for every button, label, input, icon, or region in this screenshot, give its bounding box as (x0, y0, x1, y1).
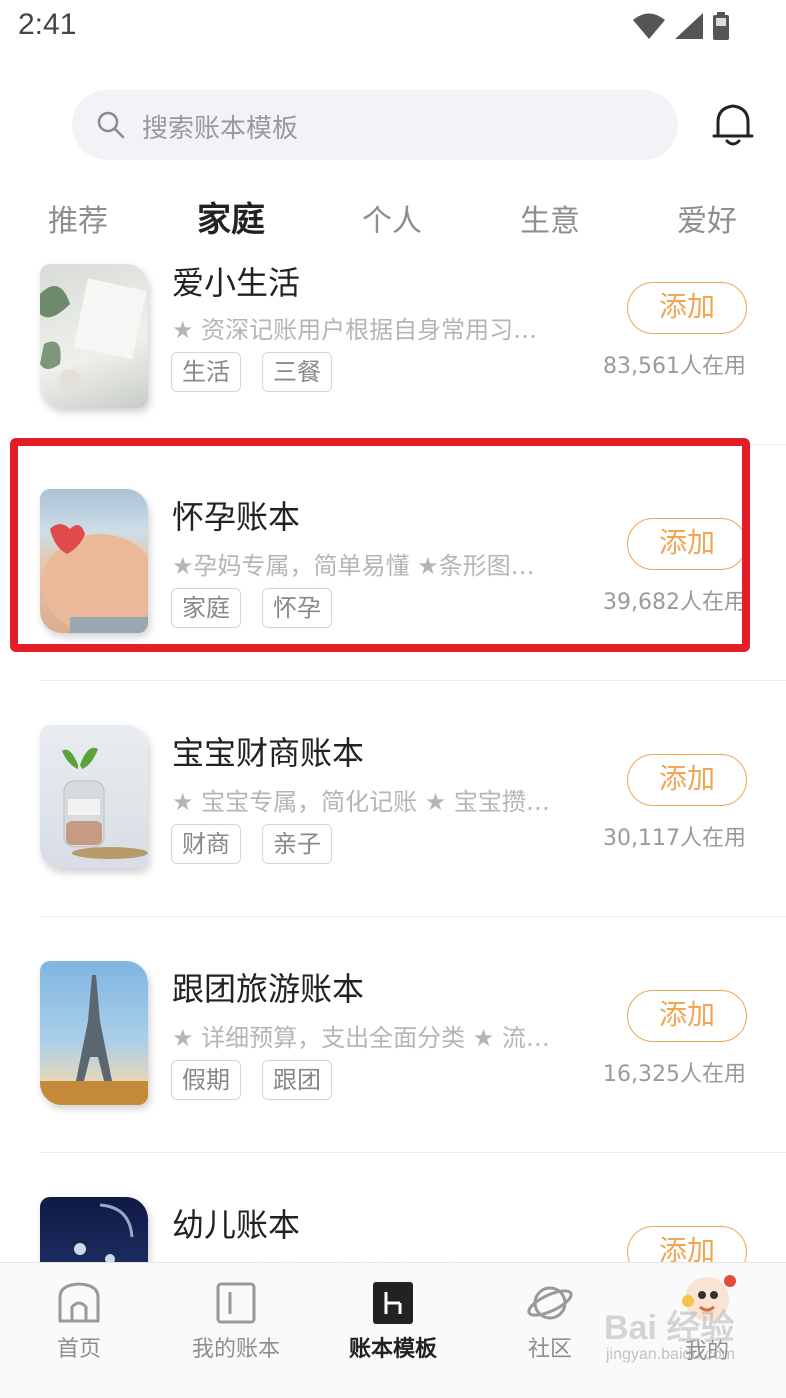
tab-personal[interactable]: 个人 (362, 196, 422, 240)
divider (40, 916, 786, 917)
template-title: 怀孕账本 (172, 498, 301, 536)
template-thumbnail (40, 489, 148, 633)
list-item[interactable]: 跟团旅游账本 ★ 详细预算，支出全面分类 ★ 流… 假期 跟团 添加 16,32… (0, 938, 786, 1174)
nav-label: 账本模板 (348, 1337, 437, 1362)
template-tag: 财商 (171, 824, 241, 864)
list-item[interactable]: 幼儿账本 ★ 母婴制造，贴近宝宝天生所需 添加 (0, 1174, 786, 1262)
tab-hobby[interactable]: 爱好 (677, 196, 737, 240)
nav-home[interactable]: 首页 (24, 1281, 134, 1363)
divider (40, 444, 786, 445)
status-icons (632, 12, 730, 40)
home-icon (58, 1282, 100, 1323)
template-title: 爱小生活 (172, 264, 301, 302)
battery-icon (713, 12, 729, 40)
template-desc: ★ 资深记账用户根据自身常用习… (172, 316, 538, 344)
tab-recommend[interactable]: 推荐 (48, 196, 108, 240)
template-title: 宝宝财商账本 (172, 734, 365, 772)
user-count: 16,325人在用 (603, 1062, 746, 1087)
template-tag: 假期 (171, 1060, 241, 1100)
watermark-url: jingyan.baidu.com (606, 1346, 735, 1363)
template-tag: 亲子 (262, 824, 332, 864)
template-desc: ★ 母婴制造，贴近宝宝天生所需 (172, 1254, 572, 1262)
eiffel-tower-image (40, 975, 148, 1105)
nav-label: 首页 (56, 1337, 101, 1362)
status-time: 2:41 (18, 8, 77, 41)
wifi-icon (633, 13, 665, 39)
search-icon (97, 111, 125, 139)
list-item[interactable]: 爱小生活 ★ 资深记账用户根据自身常用习… 生活 三餐 添加 83,561人在用 (0, 258, 786, 466)
planner-image (40, 278, 147, 389)
template-thumbnail (40, 725, 148, 869)
nav-my-books[interactable]: 我的账本 (181, 1281, 291, 1363)
list-item[interactable]: 宝宝财商账本 ★ 宝宝专属，简化记账 ★ 宝宝攒… 财商 亲子 添加 30,11… (0, 702, 786, 938)
template-title: 幼儿账本 (172, 1206, 301, 1244)
divider (40, 1152, 786, 1153)
add-button[interactable]: 添加 (627, 282, 747, 334)
template-title: 跟团旅游账本 (172, 970, 365, 1008)
template-desc: ★孕妈专属，简单易懂 ★条形图… (172, 552, 535, 580)
template-desc: ★ 宝宝专属，简化记账 ★ 宝宝攒… (172, 788, 550, 816)
status-bar: 2:41 (0, 0, 786, 56)
tab-family[interactable]: 家庭 (197, 192, 265, 241)
signal-icon (675, 13, 703, 39)
template-thumbnail (40, 961, 148, 1105)
planet-icon (527, 1286, 573, 1320)
category-tabs: 推荐 家庭 个人 生意 爱好 (0, 190, 786, 250)
template-thumbnail (40, 1197, 148, 1262)
template-icon (373, 1282, 413, 1324)
add-button[interactable]: 添加 (627, 990, 747, 1042)
template-list: 爱小生活 ★ 资深记账用户根据自身常用习… 生活 三餐 添加 83,561人在用… (0, 258, 786, 1262)
add-button[interactable]: 添加 (627, 518, 747, 570)
baby-mobile-image (74, 1203, 134, 1262)
bell-icon[interactable] (710, 100, 756, 148)
savings-jar-image (62, 747, 148, 859)
nav-label: 我的账本 (191, 1337, 280, 1362)
pregnancy-image (42, 524, 148, 633)
tab-business[interactable]: 生意 (520, 196, 580, 240)
template-thumbnail (40, 264, 148, 408)
template-desc: ★ 详细预算，支出全面分类 ★ 流… (172, 1024, 550, 1052)
search-placeholder: 搜索账本模板 (142, 114, 299, 144)
book-icon (216, 1282, 256, 1324)
nav-templates[interactable]: 账本模板 (338, 1281, 448, 1363)
nav-community[interactable]: 社区 (495, 1281, 605, 1363)
search-bar[interactable]: 搜索账本模板 (72, 90, 678, 160)
divider (40, 680, 786, 681)
list-item[interactable]: 怀孕账本 ★孕妈专属，简单易懂 ★条形图… 家庭 怀孕 添加 39,682人在用 (0, 466, 786, 702)
template-tag: 三餐 (262, 352, 332, 392)
template-tag: 家庭 (171, 588, 241, 628)
watermark: Bai 经验 (604, 1309, 735, 1347)
template-tag: 跟团 (262, 1060, 332, 1100)
nav-label: 社区 (527, 1337, 572, 1362)
user-count: 30,117人在用 (603, 826, 746, 851)
template-tag: 生活 (171, 352, 241, 392)
template-tag: 怀孕 (262, 588, 332, 628)
user-count: 83,561人在用 (603, 354, 746, 379)
add-button[interactable]: 添加 (627, 754, 747, 806)
add-button[interactable]: 添加 (627, 1226, 747, 1262)
user-count: 39,682人在用 (603, 590, 746, 615)
